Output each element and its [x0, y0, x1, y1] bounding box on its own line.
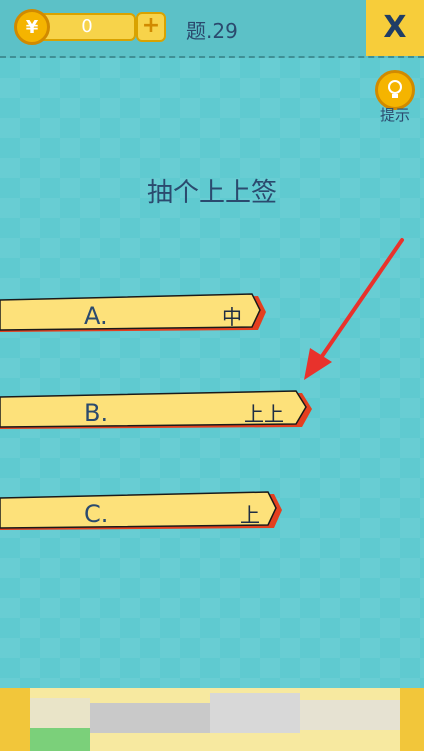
red-arrow-icon: [304, 238, 404, 380]
close-button[interactable]: X: [366, 0, 424, 56]
option-letter: C.: [84, 500, 109, 528]
coin-count: 0: [38, 13, 136, 41]
option-letter: A.: [84, 302, 108, 330]
option-c[interactable]: C. 上: [0, 490, 286, 536]
option-letter: B.: [84, 399, 109, 427]
level-title: 题.29: [186, 19, 238, 43]
add-coins-button[interactable]: +: [136, 12, 166, 42]
question-text: 抽个上上签: [146, 178, 277, 208]
option-b[interactable]: B. 上上: [0, 389, 316, 435]
option-answer: 上上: [244, 402, 284, 426]
option-answer: 中: [222, 305, 242, 329]
option-answer: 上: [240, 503, 260, 527]
coin-icon: ¥: [14, 9, 50, 45]
coin-counter: ¥ 0 +: [8, 9, 168, 45]
option-a[interactable]: A. 中: [0, 292, 270, 338]
hint-button[interactable]: 提示: [372, 70, 418, 125]
hint-label: 提示: [379, 106, 410, 124]
top-bar: ¥ 0 + 题.29 X: [0, 0, 424, 58]
footer-ad-banner: [0, 688, 424, 751]
